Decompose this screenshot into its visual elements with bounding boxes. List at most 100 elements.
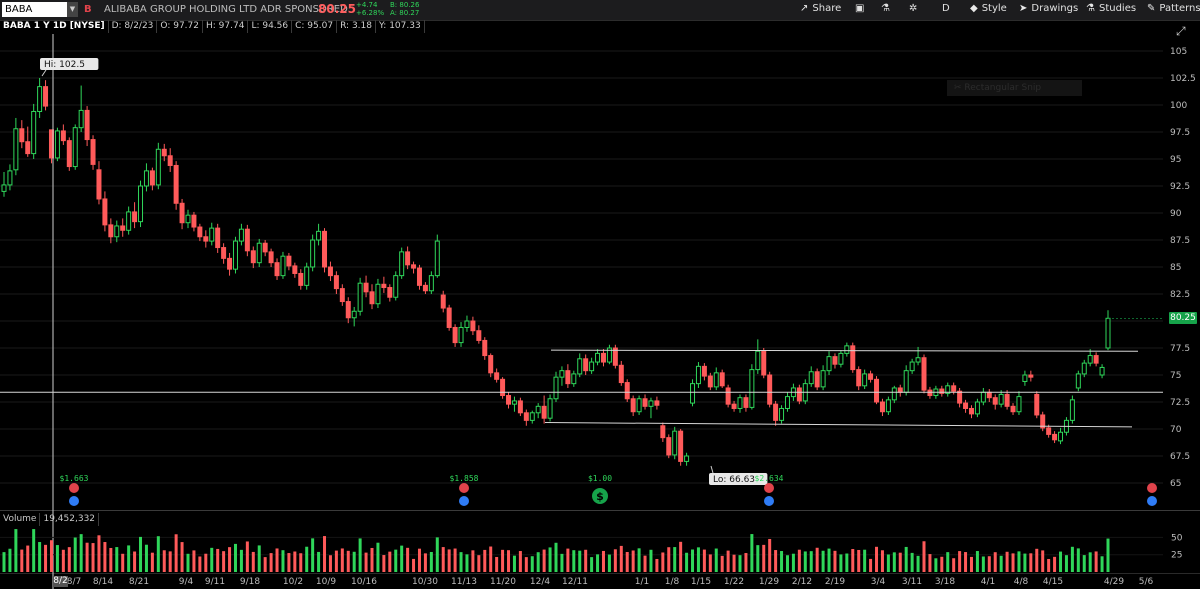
candle-body bbox=[1016, 396, 1022, 413]
volume-bar bbox=[38, 542, 42, 572]
volume-bar bbox=[803, 551, 807, 572]
chart-title: BABA 1 Y 1D [NYSE] bbox=[0, 20, 109, 33]
y-tick-label: 75 bbox=[1170, 371, 1181, 381]
volume-bar bbox=[26, 545, 30, 572]
candle-body bbox=[826, 356, 832, 372]
volume-bar bbox=[1070, 546, 1074, 572]
volume-bar bbox=[388, 551, 392, 572]
volume-bar bbox=[364, 552, 368, 572]
studies-button[interactable]: ⚗ Studies bbox=[1086, 3, 1136, 14]
event-amount: $2.634 bbox=[755, 474, 784, 483]
info-icon bbox=[459, 496, 469, 506]
volume-bar bbox=[245, 541, 249, 572]
volume-bar bbox=[756, 545, 760, 572]
candle-body bbox=[897, 387, 903, 393]
style-label: Style bbox=[981, 3, 1007, 14]
candle-body bbox=[642, 398, 648, 407]
candle-body bbox=[102, 198, 108, 226]
volume-header: Volume 19,452,332 bbox=[0, 513, 100, 526]
volume-label: Volume bbox=[0, 513, 41, 526]
candle-body bbox=[185, 214, 191, 224]
volume-bar bbox=[679, 541, 683, 572]
candle-body bbox=[731, 403, 737, 409]
candle-body bbox=[547, 398, 553, 419]
volume-bar bbox=[1082, 555, 1086, 572]
patterns-button[interactable]: ✎ Patterns bbox=[1147, 3, 1200, 14]
candle-body bbox=[874, 378, 880, 403]
period-button[interactable]: D bbox=[942, 3, 950, 14]
candle-body bbox=[838, 352, 844, 365]
candle-body bbox=[903, 370, 909, 393]
earnings-icon bbox=[1147, 483, 1157, 493]
volume-bar bbox=[394, 549, 398, 572]
candle-body bbox=[292, 265, 298, 274]
candle-body bbox=[482, 339, 488, 357]
flask-icon[interactable]: ⚗ bbox=[881, 3, 890, 14]
candle-body bbox=[191, 214, 197, 228]
candle-body bbox=[470, 320, 476, 332]
x-tick-label: 12/4 bbox=[530, 577, 550, 587]
expand-icon[interactable]: ⤢ bbox=[1176, 24, 1186, 39]
candle-body bbox=[322, 230, 328, 268]
volume-bar bbox=[780, 551, 784, 572]
volume-bar bbox=[607, 554, 611, 572]
earnings-icon bbox=[764, 483, 774, 493]
candle-body bbox=[690, 383, 696, 404]
volume-bar bbox=[827, 548, 831, 572]
symbol-input[interactable]: BABA ▼ bbox=[2, 2, 78, 17]
info-close: C: 95.07 bbox=[292, 20, 338, 33]
volume-bar bbox=[222, 551, 226, 572]
volume-bar bbox=[851, 549, 855, 572]
volume-bar bbox=[139, 536, 143, 572]
candle-body bbox=[114, 225, 120, 238]
chevron-down-icon[interactable]: ▼ bbox=[67, 2, 78, 17]
candle-body bbox=[126, 211, 132, 231]
candle-body bbox=[209, 227, 215, 242]
patterns-icon: ✎ bbox=[1147, 3, 1156, 14]
candle-body bbox=[1105, 317, 1111, 349]
volume-bar bbox=[501, 549, 505, 572]
candle-body bbox=[339, 288, 345, 303]
volume-bar bbox=[708, 554, 712, 572]
candle-body bbox=[767, 374, 773, 405]
candle-body bbox=[369, 291, 375, 305]
volume-bar bbox=[673, 547, 677, 572]
bid-ask: B: 80.26 A: 80.27 bbox=[390, 1, 419, 17]
event-amount: $1.663 bbox=[60, 474, 89, 483]
company-name: ALIBABA GROUP HOLDING LTD ADR SPONSORED bbox=[104, 4, 348, 15]
y-tick-label: 100 bbox=[1170, 101, 1187, 111]
volume-bar bbox=[969, 556, 973, 572]
candle-body bbox=[808, 371, 814, 385]
candle-body bbox=[428, 275, 434, 292]
candle-body bbox=[779, 407, 785, 421]
volume-bar bbox=[109, 547, 113, 572]
y-tick-label: 90 bbox=[1170, 209, 1182, 219]
share-button[interactable]: ↗ Share bbox=[800, 3, 841, 14]
volume-bar bbox=[228, 547, 232, 572]
drawings-button[interactable]: ➤ Drawings bbox=[1019, 3, 1078, 14]
volume-bar bbox=[2, 552, 6, 572]
candle-body bbox=[387, 287, 393, 298]
volume-bar bbox=[1059, 551, 1063, 572]
volume-bar bbox=[863, 549, 867, 572]
y-tick-label: 72.5 bbox=[1170, 398, 1190, 408]
candle-body bbox=[980, 391, 986, 403]
volume-bar bbox=[483, 549, 487, 572]
candle-body bbox=[31, 110, 37, 155]
candle-body bbox=[927, 389, 933, 397]
candle-body bbox=[54, 130, 60, 159]
candle-body bbox=[1087, 355, 1093, 364]
candle-body bbox=[529, 412, 535, 421]
volume-bar bbox=[127, 545, 131, 572]
style-button[interactable]: ◆ Style bbox=[970, 3, 1007, 14]
gear-icon[interactable]: ✲ bbox=[909, 3, 917, 14]
candle-body bbox=[761, 350, 767, 376]
save-icon[interactable]: ▣ bbox=[855, 3, 864, 14]
volume-bar bbox=[103, 542, 107, 572]
info-low: L: 94.56 bbox=[248, 20, 293, 33]
volume-bar bbox=[560, 553, 564, 572]
current-price-tag: 80.25 bbox=[1169, 312, 1197, 324]
volume-bar bbox=[584, 549, 588, 572]
candle-body bbox=[885, 399, 891, 413]
candle-body bbox=[814, 371, 820, 388]
